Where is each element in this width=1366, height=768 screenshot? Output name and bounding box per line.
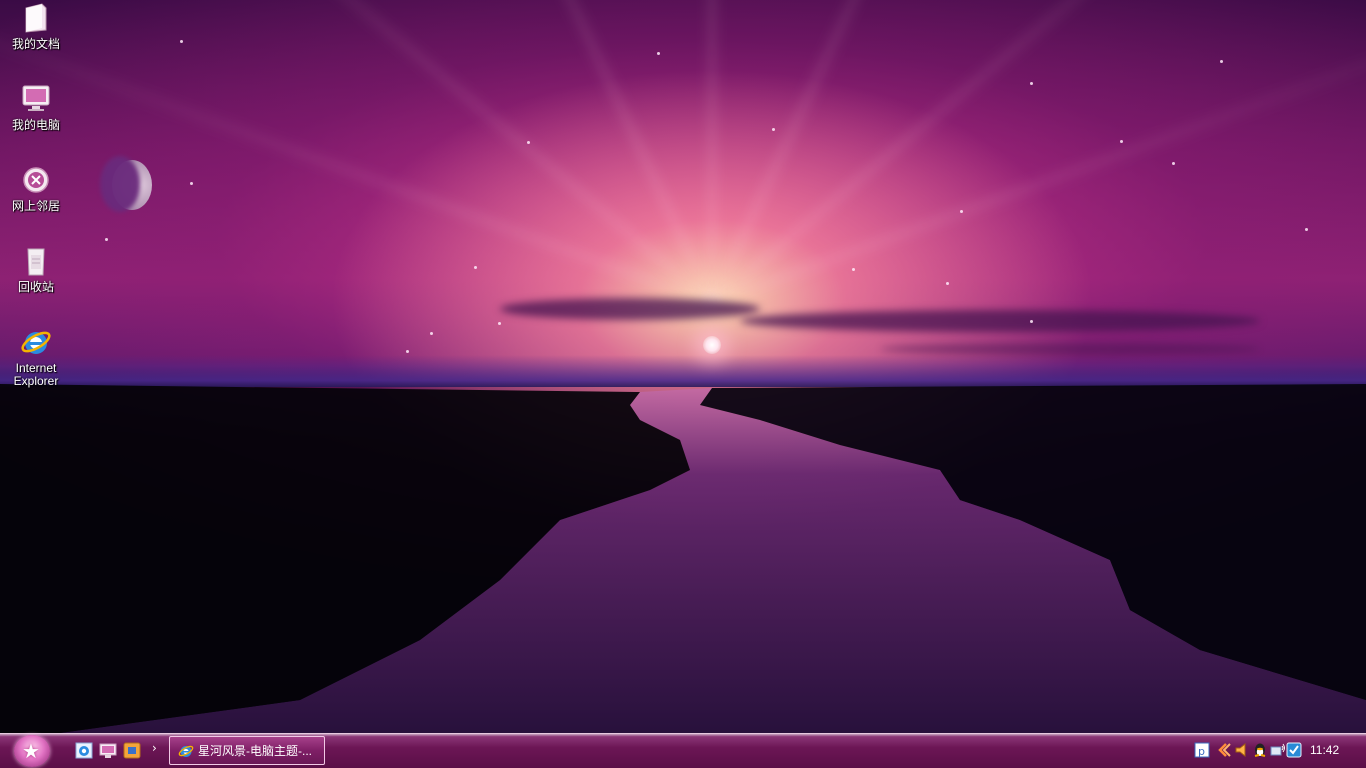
desktop-icon-label: Internet Explorer [13, 361, 59, 388]
desktop-icon-internet-explorer[interactable]: Internet Explorer [4, 326, 68, 388]
desktop-icon-label: 我的电脑 [11, 118, 60, 132]
desktop-icon-recycle-bin[interactable]: 回收站 [4, 245, 68, 294]
speaker-icon[interactable] [1234, 742, 1250, 758]
desktop-icon-label: 回收站 [17, 280, 54, 294]
network-connection-icon[interactable] [1270, 742, 1286, 758]
qq-penguin-icon[interactable] [1252, 742, 1268, 758]
landscape [0, 384, 1366, 733]
network-icon [20, 164, 52, 196]
folder-icon [20, 2, 52, 34]
quick-launch-internet-explorer[interactable] [75, 742, 93, 759]
internet-explorer-icon [20, 326, 52, 358]
desktop-wallpaper: 我的文档 我的电脑 网上邻居 回收站 Internet Explorer [0, 0, 1366, 733]
quick-launch-overflow-button[interactable]: › [152, 741, 157, 755]
quick-launch-show-desktop[interactable] [99, 742, 117, 759]
desktop-icon-my-documents[interactable]: 我的文档 [4, 2, 68, 51]
desktop-icon-label: 网上邻居 [11, 199, 60, 213]
arrows-icon[interactable] [1216, 742, 1232, 758]
security-shield-icon[interactable] [1286, 742, 1302, 758]
svg-text:p: p [1198, 745, 1205, 758]
desktop-icon-my-computer[interactable]: 我的电脑 [4, 83, 68, 132]
pinyin-input-icon[interactable]: p [1194, 742, 1210, 758]
taskbar-button-browser-window[interactable]: 星河风景-电脑主题-... [169, 736, 325, 765]
internet-explorer-icon [75, 742, 93, 759]
computer-icon [20, 83, 52, 115]
star-icon: ★ [22, 739, 40, 763]
recycle-bin-icon [20, 245, 52, 277]
media-player-icon [123, 742, 141, 759]
quick-launch-media-player[interactable] [123, 742, 141, 759]
start-button[interactable]: ★ [14, 735, 50, 767]
desktop-icon-network[interactable]: 网上邻居 [4, 164, 68, 213]
taskbar-button-label: 星河风景-电脑主题-... [198, 744, 312, 758]
internet-explorer-icon [178, 745, 194, 757]
show-desktop-icon [99, 743, 117, 758]
taskbar: ★ › 星河风景-电脑主题-... p 11:42 [0, 733, 1366, 768]
clock[interactable]: 11:42 [1310, 743, 1339, 757]
desktop-icon-label: 我的文档 [11, 37, 60, 51]
